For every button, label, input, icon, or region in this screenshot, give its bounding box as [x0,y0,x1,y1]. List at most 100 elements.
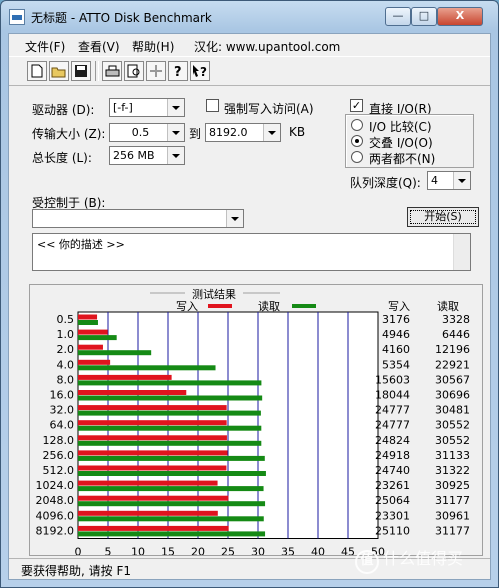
write-value: 25110 [375,524,410,537]
description-scrollbar[interactable] [453,234,470,270]
write-bar [78,510,218,516]
category-label: 512.0 [43,464,75,477]
toolbar-separator [95,61,99,81]
app-window: 无标题 - ATTO Disk Benchmark — □ X 文件(F) 查看… [0,0,499,588]
minimize-button[interactable]: — [385,7,411,26]
read-bar [78,516,264,522]
write-value: 25064 [375,494,410,507]
open-folder-icon[interactable] [49,61,69,81]
total-length-label: 总长度 (L): [32,151,92,165]
svg-text:?: ? [200,65,207,78]
client-area: 文件(F) 查看(V) 帮助(H) 汉化: www.upantool.com ? [8,33,491,580]
status-text: 要获得帮助, 请按 F1 [21,564,131,578]
read-value: 6446 [442,328,470,341]
read-bar [78,410,261,416]
x-tick-label: 15 [161,546,175,556]
category-label: 8192.0 [36,524,75,537]
overlapped-io-radio[interactable] [351,135,363,147]
read-value: 12196 [435,343,470,356]
transfer-from-value: 0.5 [131,126,150,139]
neither-radio[interactable] [351,151,363,163]
read-value: 30567 [435,373,470,386]
write-bar [78,435,227,441]
close-button[interactable]: X [437,7,483,26]
read-value: 31322 [435,464,470,477]
write-value: 4946 [382,328,410,341]
description-field[interactable]: << 你的描述 >> [32,233,471,271]
category-label: 1024.0 [36,479,75,492]
print-preview-icon[interactable] [124,61,144,81]
watermark-text: 什么值得买 [383,549,464,568]
write-value: 5354 [382,358,410,371]
transfer-unit: KB [289,125,306,139]
app-icon [9,9,25,25]
chart-title: 测试结果 [192,288,236,301]
write-bar [78,495,229,501]
results-panel: 测试结果写入读取写入读取05101520253035404550传输速率 - M… [29,284,483,573]
read-value: 31133 [435,449,470,462]
transfer-from-select[interactable]: 0.5 [109,123,185,142]
write-value: 3176 [382,313,410,326]
save-icon[interactable] [71,61,91,81]
read-value: 30925 [435,479,470,492]
maximize-button[interactable]: □ [411,7,437,26]
category-label: 0.5 [57,313,75,326]
write-bar [78,359,111,365]
menu-file[interactable]: 文件(F) [25,38,65,55]
new-file-icon[interactable] [27,61,47,81]
title-bar[interactable]: 无标题 - ATTO Disk Benchmark — □ X [1,1,498,33]
drive-label: 驱动器 (D): [32,103,95,117]
read-bar [78,425,262,431]
transfer-to-select[interactable]: 8192.0 [205,123,281,142]
help-icon[interactable]: ? [168,61,188,81]
read-bar [78,471,266,476]
io-compare-radio[interactable] [351,119,363,131]
neither-label: 两者都不(N) [369,152,436,166]
write-bar [78,480,218,486]
legend-write-label: 写入 [176,300,198,313]
legend-write-swatch [208,304,232,308]
read-value: 22921 [435,358,470,371]
start-button[interactable]: 开始(S) [407,207,479,227]
context-help-icon[interactable]: ? [190,61,210,81]
drive-select[interactable]: [-f-] [109,98,185,117]
write-value: 4160 [382,343,410,356]
read-bar [78,455,265,461]
read-value: 30696 [435,389,470,402]
read-bar [78,320,98,325]
write-bar [78,525,229,531]
to-label: 到 [189,127,202,141]
write-bar [78,374,172,380]
force-write-checkbox[interactable] [206,99,219,112]
io-compare-label: I/O 比较(C) [369,120,432,134]
read-value: 30481 [435,404,470,417]
read-value: 31177 [435,524,470,537]
queue-depth-label: 队列深度(Q): [350,176,421,190]
read-value: 30552 [435,434,470,447]
write-bar [78,420,227,426]
menu-view[interactable]: 查看(V) [78,38,120,55]
read-bar [78,501,266,507]
move-icon[interactable] [146,61,166,81]
menu-localization: 汉化: www.upantool.com [194,40,341,54]
direct-io-checkbox[interactable]: ✓ [350,99,363,112]
x-tick-label: 5 [105,546,112,556]
write-bar [78,329,108,335]
total-length-select[interactable]: 256 MB [109,146,185,165]
description-text: << 你的描述 >> [37,238,125,251]
x-tick-label: 25 [221,546,235,556]
write-bar [78,405,227,411]
category-label: 8.0 [57,373,75,386]
queue-depth-select[interactable]: 4 [427,171,471,190]
read-value: 30961 [435,509,470,522]
write-value: 24777 [375,419,410,432]
write-value: 24740 [375,464,410,477]
watermark-logo: 值 [355,550,379,574]
print-icon[interactable] [102,61,122,81]
read-bar [78,380,262,386]
read-bar [78,365,216,371]
chevron-down-icon [167,147,184,164]
category-label: 32.0 [50,404,75,417]
controlled-by-select[interactable] [32,209,244,228]
menu-help[interactable]: 帮助(H) [132,38,174,55]
